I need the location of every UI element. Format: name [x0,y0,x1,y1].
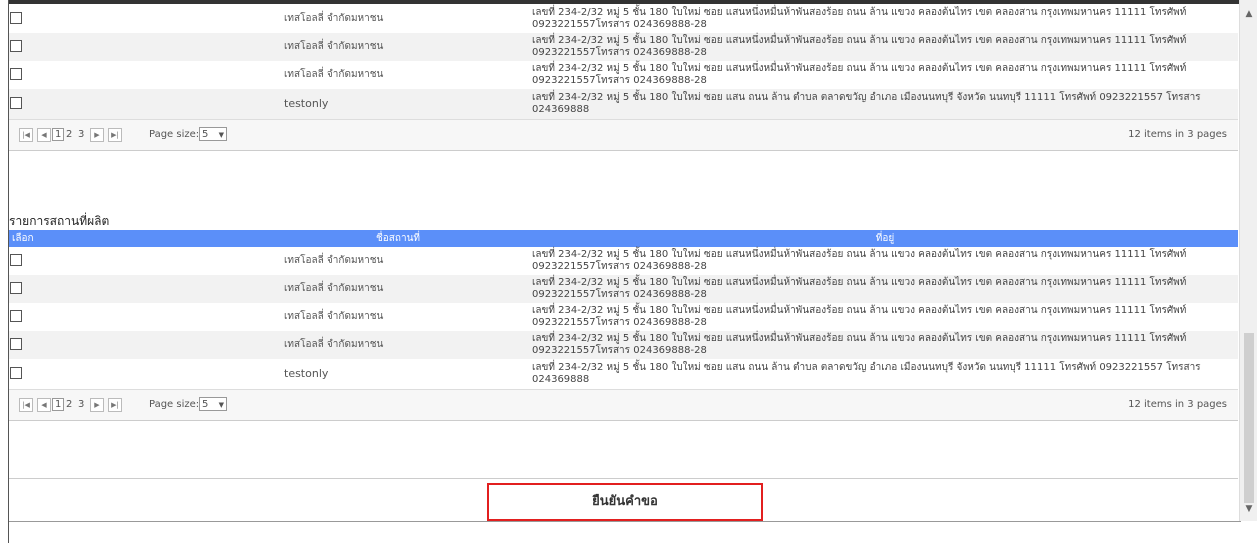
row-checkbox[interactable] [10,68,22,80]
chevron-down-icon: ▼ [218,401,224,409]
vertical-scrollbar[interactable]: ▲ ▼ [1239,0,1257,521]
table-row[interactable]: เทสโอลลี่ จำกัดมหาชน เลขที่ 234-2/32 หมู… [9,61,1238,89]
table-row[interactable]: testonly เลขที่ 234-2/32 หมู่ 5 ชั้น 180… [9,359,1238,389]
row-checkbox[interactable] [10,282,22,294]
left-border [8,521,9,543]
pager-1: |◀ ◀ 1 2 3 ▶ ▶| Page size: 5 ▼ 12 items i… [9,119,1238,151]
row-checkbox[interactable] [10,97,22,109]
place-name: เทสโอลลี่ จำกัดมหาชน [284,283,384,294]
row-checkbox[interactable] [10,338,22,350]
next-page-icon[interactable]: ▶ [90,128,104,142]
top-border [9,0,1240,4]
table-row[interactable]: testonly เลขที่ 234-2/32 หมู่ 5 ชั้น 180… [9,89,1238,119]
place-address: เลขที่ 234-2/32 หมู่ 5 ชั้น 180 ใบใหม่ ซ… [532,362,1201,385]
last-page-icon[interactable]: ▶| [108,128,122,142]
row-checkbox[interactable] [10,12,22,24]
row-checkbox[interactable] [10,40,22,52]
page-size-value: 5 [202,399,209,410]
table-row[interactable]: เทสโอลลี่ จำกัดมหาชน เลขที่ 234-2/32 หมู… [9,33,1238,61]
prev-page-icon[interactable]: ◀ [37,398,51,412]
page-size-select[interactable]: 5 ▼ [199,127,227,141]
page-size-label: Page size: [149,129,200,140]
first-page-icon[interactable]: |◀ [19,128,33,142]
section-title: รายการสถานที่ผลิต [9,214,110,228]
place-name: testonly [284,367,329,380]
place-name: เทสโอลลี่ จำกัดมหาชน [284,255,384,266]
scroll-down-icon[interactable]: ▼ [1240,501,1257,517]
col-name-header[interactable]: ชื่อสถานที่ [230,230,532,247]
chevron-down-icon: ▼ [218,131,224,139]
page-size-label: Page size: [149,399,200,410]
table-row[interactable]: เทสโอลลี่ จำกัดมหาชน เลขที่ 234-2/32 หมู… [9,5,1238,33]
page-link[interactable]: 2 [66,399,72,410]
last-page-icon[interactable]: ▶| [108,398,122,412]
scroll-thumb[interactable] [1244,333,1254,503]
place-name: เทสโอลลี่ จำกัดมหาชน [284,339,384,350]
pager-2: |◀ ◀ 1 2 3 ▶ ▶| Page size: 5 ▼ 12 items i… [9,389,1238,421]
grid-2: เลือก ชื่อสถานที่ ที่อยู่ เทสโอลลี่ จำกั… [9,230,1238,389]
place-address: เลขที่ 234-2/32 หมู่ 5 ชั้น 180 ใบใหม่ ซ… [532,333,1187,356]
pager-info: 12 items in 3 pages [1128,399,1227,410]
row-checkbox[interactable] [10,367,22,379]
place-address: เลขที่ 234-2/32 หมู่ 5 ชั้น 180 ใบใหม่ ซ… [532,277,1187,300]
place-address: เลขที่ 234-2/32 หมู่ 5 ชั้น 180 ใบใหม่ ซ… [532,63,1187,86]
page-link[interactable]: 2 [66,129,72,140]
place-address: เลขที่ 234-2/32 หมู่ 5 ชั้น 180 ใบใหม่ ซ… [532,7,1187,30]
place-name: เทสโอลลี่ จำกัดมหาชน [284,311,384,322]
col-address-header[interactable]: ที่อยู่ [532,230,1238,247]
place-name: เทสโอลลี่ จำกัดมหาชน [284,69,384,80]
scroll-up-icon[interactable]: ▲ [1240,6,1257,22]
page-size-value: 5 [202,129,209,140]
col-select-header[interactable]: เลือก [9,230,230,247]
page-link[interactable]: 1 [52,398,65,411]
grid-header: เลือก ชื่อสถานที่ ที่อยู่ [9,230,1238,247]
page-size-select[interactable]: 5 ▼ [199,397,227,411]
row-checkbox[interactable] [10,254,22,266]
place-address: เลขที่ 234-2/32 หมู่ 5 ชั้น 180 ใบใหม่ ซ… [532,249,1187,272]
prev-page-icon[interactable]: ◀ [37,128,51,142]
next-page-icon[interactable]: ▶ [90,398,104,412]
place-name: เทสโอลลี่ จำกัดมหาชน [284,13,384,24]
table-row[interactable]: เทสโอลลี่ จำกัดมหาชน เลขที่ 234-2/32 หมู… [9,275,1238,303]
place-name: testonly [284,97,329,110]
place-address: เลขที่ 234-2/32 หมู่ 5 ชั้น 180 ใบใหม่ ซ… [532,92,1201,115]
table-row[interactable]: เทสโอลลี่ จำกัดมหาชน เลขที่ 234-2/32 หมู… [9,303,1238,331]
confirm-request-button[interactable]: ยืนยันคำขอ [487,483,763,521]
page-link[interactable]: 3 [78,399,84,410]
first-page-icon[interactable]: |◀ [19,398,33,412]
place-address: เลขที่ 234-2/32 หมู่ 5 ชั้น 180 ใบใหม่ ซ… [532,305,1187,328]
place-name: เทสโอลลี่ จำกัดมหาชน [284,41,384,52]
pager-info: 12 items in 3 pages [1128,129,1227,140]
table-row[interactable]: เทสโอลลี่ จำกัดมหาชน เลขที่ 234-2/32 หมู… [9,331,1238,359]
place-address: เลขที่ 234-2/32 หมู่ 5 ชั้น 180 ใบใหม่ ซ… [532,35,1187,58]
page-link[interactable]: 3 [78,129,84,140]
grid-1: เทสโอลลี่ จำกัดมหาชน เลขที่ 234-2/32 หมู… [9,5,1238,119]
action-bar: ยืนยันคำขอ [9,478,1238,521]
table-row[interactable]: เทสโอลลี่ จำกัดมหาชน เลขที่ 234-2/32 หมู… [9,247,1238,275]
page-link[interactable]: 1 [52,128,65,141]
row-checkbox[interactable] [10,310,22,322]
content-frame: เทสโอลลี่ จำกัดมหาชน เลขที่ 234-2/32 หมู… [8,0,1241,522]
